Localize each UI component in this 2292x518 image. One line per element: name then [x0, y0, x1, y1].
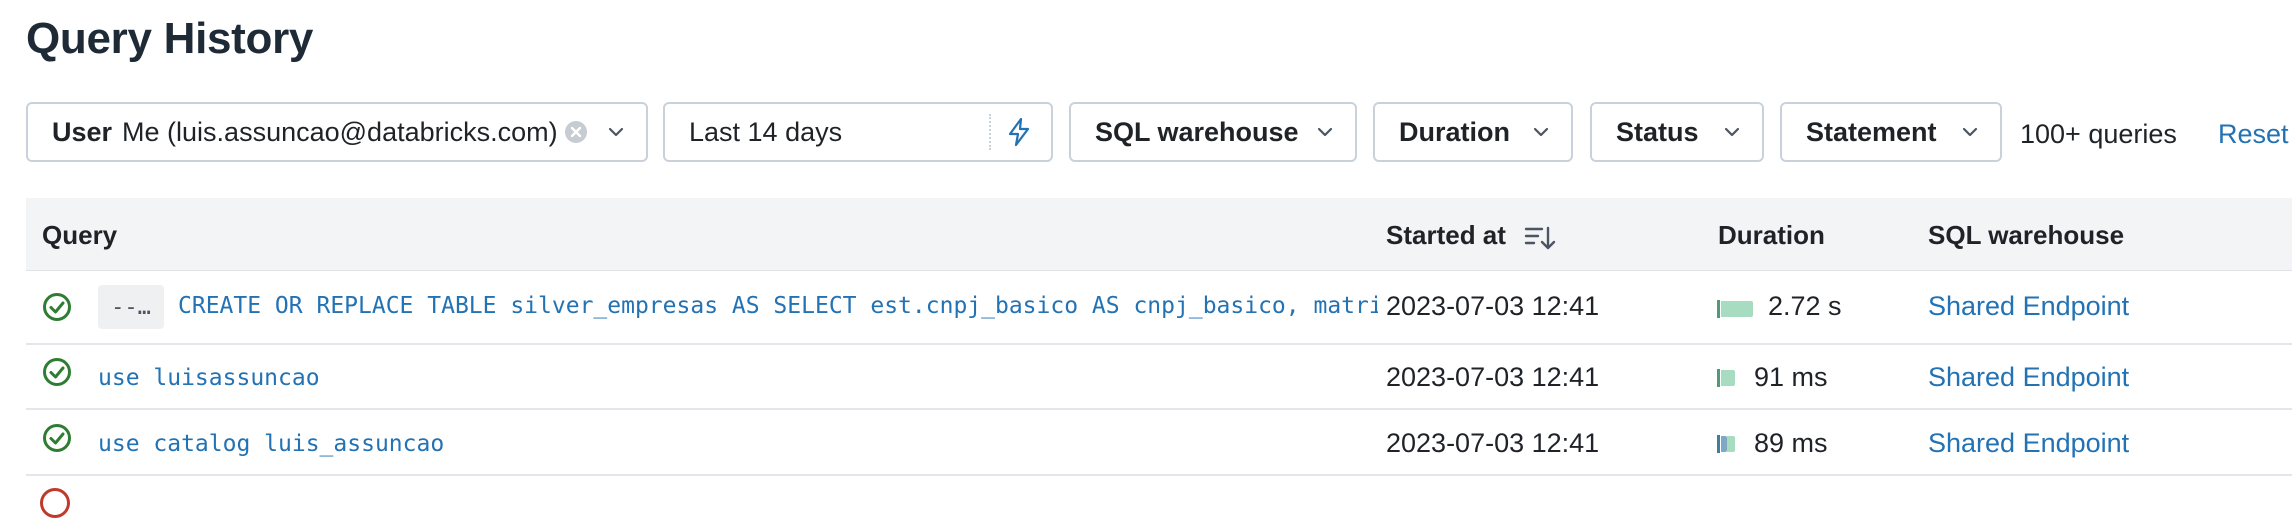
table-row[interactable]: use catalog luis_assuncao 2023-07-03 12:… [26, 410, 2292, 476]
check-circle-icon [43, 293, 71, 321]
duration-filter-label: Duration [1399, 116, 1510, 147]
duration-bar [1717, 300, 1755, 318]
table-header: Query Started at Duration SQL warehouse [26, 198, 2292, 271]
sort-descending-icon[interactable] [1524, 224, 1556, 252]
error-status-icon [40, 488, 70, 518]
query-text[interactable]: use catalog luis_assuncao [98, 431, 1298, 457]
chevron-down-icon [608, 127, 624, 137]
started-at: 2023-07-03 12:41 [1386, 291, 1600, 321]
table-row[interactable]: --… CREATE OR REPLACE TABLE silver_empre… [26, 271, 2292, 345]
reset-link[interactable]: Reset [2218, 119, 2289, 150]
check-circle-icon [43, 358, 71, 386]
warehouse-link[interactable]: Shared Endpoint [1928, 428, 2129, 459]
statement-filter-label: Statement [1806, 116, 1937, 147]
user-filter-value: Me (luis.assuncao@databricks.com) [122, 116, 558, 147]
check-circle-icon [43, 424, 71, 452]
duration-filter[interactable]: Duration [1373, 102, 1573, 162]
duration-bar [1717, 369, 1755, 387]
clear-icon[interactable] [564, 120, 588, 144]
table-row[interactable]: use luisassuncao 2023-07-03 12:41 91 ms … [26, 344, 2292, 410]
date-range-filter[interactable]: Last 14 days [663, 102, 1053, 162]
user-filter[interactable]: User Me (luis.assuncao@databricks.com) [26, 102, 648, 162]
started-at: 2023-07-03 12:41 [1386, 362, 1600, 392]
chevron-down-icon [1317, 127, 1333, 137]
started-at: 2023-07-03 12:41 [1386, 428, 1600, 458]
user-filter-label: User [52, 116, 113, 147]
column-header-started-at[interactable]: Started at [1386, 220, 1506, 251]
column-header-sql-warehouse[interactable]: SQL warehouse [1928, 220, 2124, 251]
duration-bar [1717, 435, 1755, 453]
column-header-query[interactable]: Query [42, 220, 117, 251]
query-count: 100+ queries [2020, 119, 2177, 149]
warehouse-link[interactable]: Shared Endpoint [1928, 291, 2129, 322]
warehouse-link[interactable]: Shared Endpoint [1928, 362, 2129, 393]
chevron-down-icon [1962, 127, 1978, 137]
statement-filter[interactable]: Statement [1780, 102, 2002, 162]
lightning-bolt-icon[interactable] [1005, 117, 1033, 147]
column-header-duration[interactable]: Duration [1718, 220, 1825, 251]
page-title: Query History [26, 14, 314, 63]
status-filter-label: Status [1616, 116, 1699, 147]
query-text[interactable]: CREATE OR REPLACE TABLE silver_empresas … [178, 293, 1378, 319]
duration: 91 ms [1754, 362, 1828, 392]
duration: 89 ms [1754, 428, 1828, 458]
date-range-value: Last 14 days [689, 116, 843, 147]
divider [989, 114, 991, 150]
query-comment-chip: --… [98, 285, 164, 329]
chevron-down-icon [1533, 127, 1549, 137]
duration: 2.72 s [1768, 291, 1842, 321]
chevron-down-icon [1724, 127, 1740, 137]
warehouse-filter-label: SQL warehouse [1095, 116, 1299, 147]
warehouse-filter[interactable]: SQL warehouse [1069, 102, 1357, 162]
query-text[interactable]: use luisassuncao [98, 365, 1298, 391]
status-filter[interactable]: Status [1590, 102, 1764, 162]
